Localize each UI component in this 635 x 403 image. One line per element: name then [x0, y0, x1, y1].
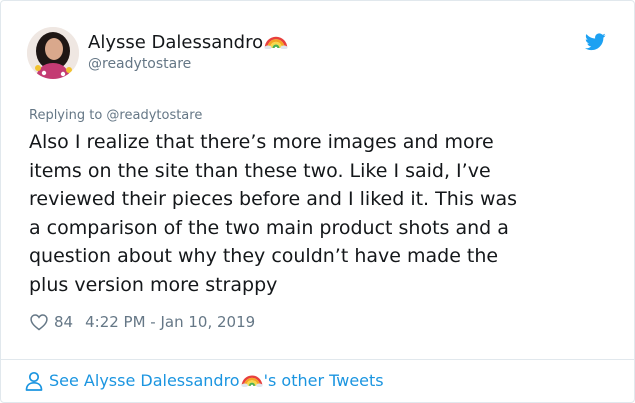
timestamp[interactable]: 4:22 PM - Jan 10, 2019: [85, 313, 255, 331]
person-icon: [25, 371, 43, 391]
tweet-card: Alysse Dalessandro @readytostare Replyin…: [0, 0, 635, 403]
twitter-bird-icon[interactable]: [584, 33, 606, 51]
replying-to[interactable]: Replying to @readytostare: [29, 108, 202, 123]
rainbow-emoji-icon: [240, 370, 263, 391]
tweet-meta: 84 4:22 PM - Jan 10, 2019: [29, 312, 255, 332]
author-name[interactable]: Alysse Dalessandro: [88, 32, 263, 53]
author-name-row[interactable]: Alysse Dalessandro: [88, 31, 288, 54]
author-handle[interactable]: @readytostare: [88, 56, 191, 72]
like-count[interactable]: 84: [54, 313, 73, 331]
avatar[interactable]: [27, 27, 79, 79]
heart-icon[interactable]: [29, 312, 49, 332]
tweet-text: Also I realize that there’s more images …: [29, 131, 518, 296]
other-tweets-prefix[interactable]: See Alysse Dalessandro: [49, 371, 240, 390]
other-tweets-suffix[interactable]: 's other Tweets: [264, 371, 384, 390]
other-tweets-link[interactable]: See Alysse Dalessandro 's other Tweets: [25, 370, 384, 391]
rainbow-emoji-icon: [264, 31, 288, 54]
divider: [1, 359, 634, 360]
